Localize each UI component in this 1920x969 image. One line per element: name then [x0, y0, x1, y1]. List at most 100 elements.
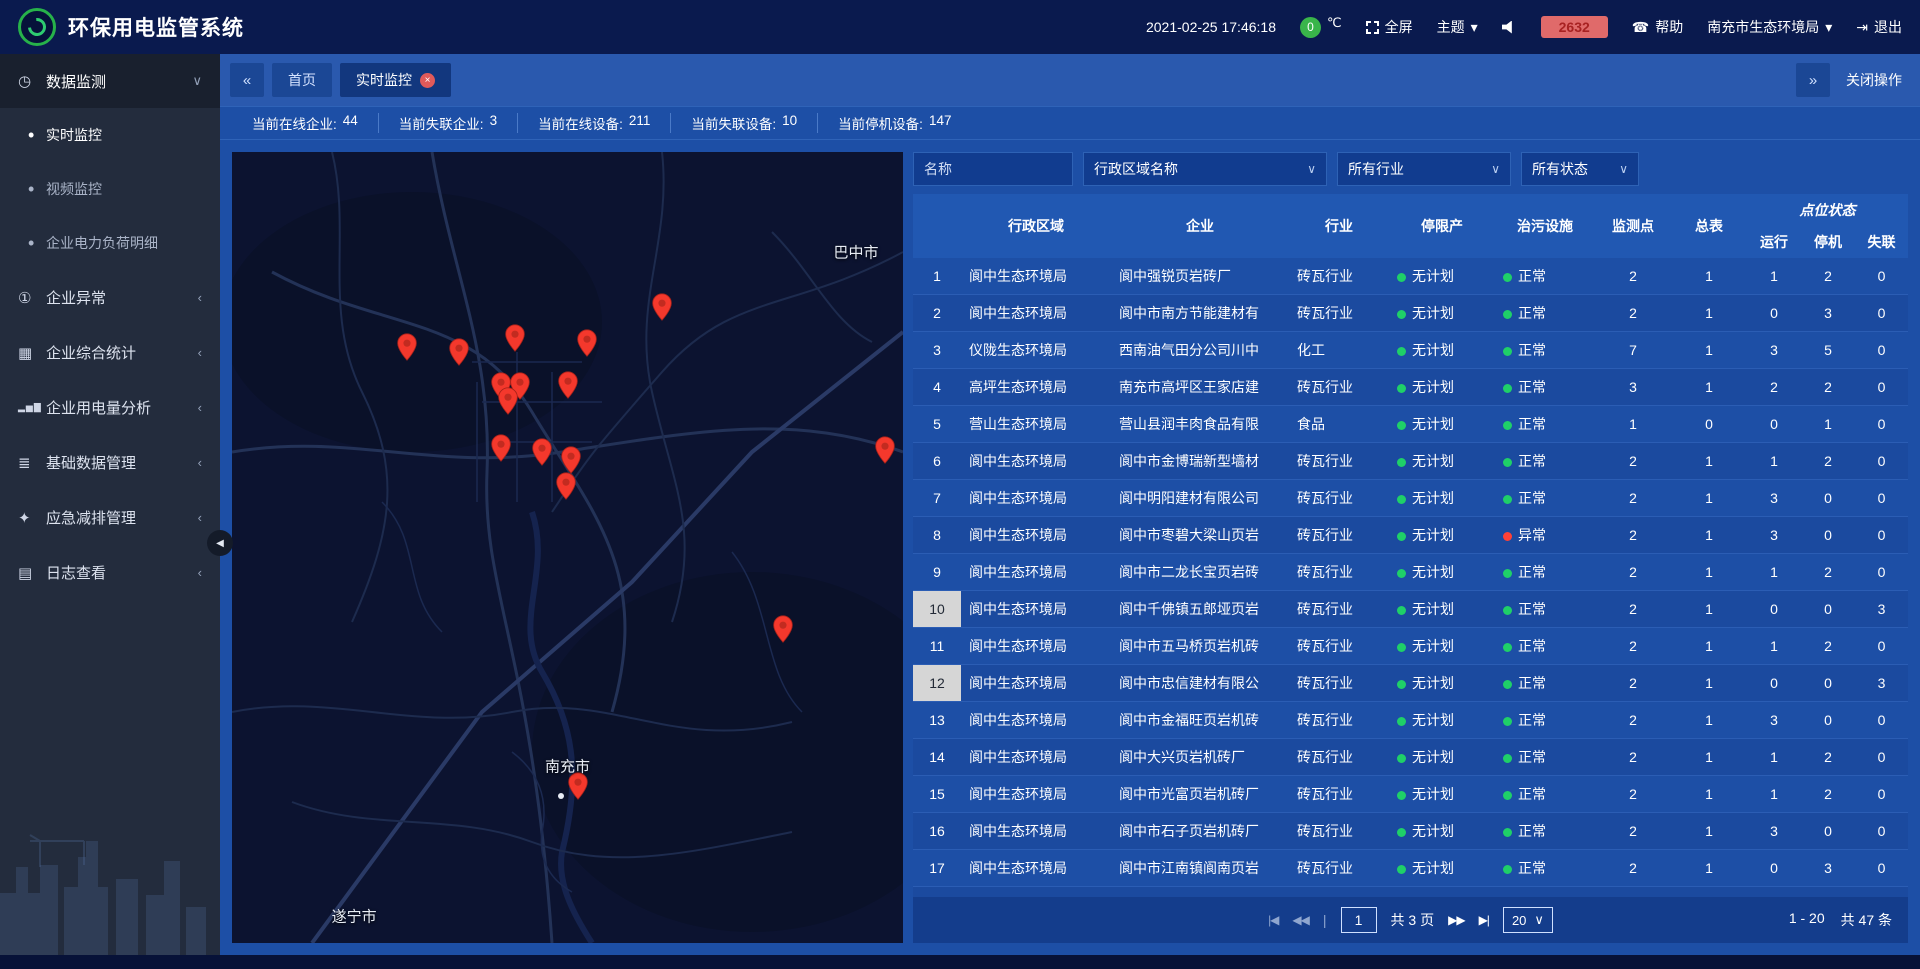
map-pin[interactable] [397, 333, 418, 361]
table-row[interactable]: 7阆中生态环境局阆中明阳建材有限公司砖瓦行业无计划正常21300 [913, 480, 1908, 517]
next-page-button[interactable]: ▶▶ [1448, 913, 1464, 927]
tab-realtime-monitor[interactable]: 实时监控 × [340, 63, 451, 97]
table-row[interactable]: 14阆中生态环境局阆中大兴页岩机砖厂砖瓦行业无计划正常21120 [913, 739, 1908, 776]
table-row[interactable]: 12阆中生态环境局阆中市忠信建材有限公砖瓦行业无计划正常21003 [913, 665, 1908, 702]
map-pin[interactable] [772, 615, 793, 643]
page-size-select[interactable]: 20 ∨ [1503, 907, 1553, 933]
page-number-input[interactable] [1341, 907, 1377, 933]
row-index[interactable]: 2 [913, 295, 961, 331]
help-button[interactable]: ☎ 帮助 [1632, 17, 1683, 37]
stats-bar: 当前在线企业: 44 当前失联企业: 3 当前在线设备: 211 当前失联设备:… [220, 106, 1920, 140]
sidebar-item-power-analysis[interactable]: ▂▅▇ 企业用电量分析 ‹ [0, 380, 220, 435]
first-page-button[interactable]: |◀ [1268, 913, 1278, 927]
row-index[interactable]: 15 [913, 776, 961, 812]
cell-total: 1 [1671, 749, 1747, 765]
cell-points: 2 [1595, 564, 1671, 580]
header-points: 监测点 [1595, 194, 1671, 258]
table-row[interactable]: 16阆中生态环境局阆中市石子页岩机砖厂砖瓦行业无计划正常21300 [913, 813, 1908, 850]
logout-label: 退出 [1874, 17, 1902, 37]
table-row[interactable]: 5营山生态环境局营山县润丰肉食品有限食品无计划正常10010 [913, 406, 1908, 443]
chevron-left-icon: ‹ [198, 565, 202, 580]
tabs-scroll-left-button[interactable]: « [230, 63, 264, 97]
map-pin[interactable] [874, 436, 895, 464]
logout-button[interactable]: ⇥ 退出 [1856, 17, 1902, 37]
table-row[interactable]: 15阆中生态环境局阆中市光富页岩机砖厂砖瓦行业无计划正常21120 [913, 776, 1908, 813]
sidebar-collapse-button[interactable]: ◀ [207, 530, 233, 556]
sidebar-item-company-abnormal[interactable]: ① 企业异常 ‹ [0, 270, 220, 325]
table-row[interactable]: 1阆中生态环境局阆中强锐页岩砖厂砖瓦行业无计划正常21120 [913, 258, 1908, 295]
row-index[interactable]: 5 [913, 406, 961, 442]
row-index[interactable]: 8 [913, 517, 961, 553]
table-row[interactable]: 10阆中生态环境局阆中千佛镇五郎垭页岩砖瓦行业无计划正常21003 [913, 591, 1908, 628]
region-filter-select[interactable]: 行政区域名称 ∨ [1083, 152, 1327, 186]
map-pin[interactable] [557, 371, 578, 399]
map-pin[interactable] [560, 446, 581, 474]
row-index[interactable]: 9 [913, 554, 961, 590]
cell-run: 2 [1747, 379, 1801, 395]
map-pin[interactable] [556, 472, 577, 500]
row-index[interactable]: 1 [913, 258, 961, 294]
table-row[interactable]: 3仪陇生态环境局西南油气田分公司川中化工无计划正常71350 [913, 332, 1908, 369]
table-row[interactable]: 18南部生态环境局南部县建材有限公司砖瓦行业无计划正常21000 [913, 887, 1908, 897]
table-row[interactable]: 13阆中生态环境局阆中市金福旺页岩机砖砖瓦行业无计划正常21300 [913, 702, 1908, 739]
tab-home[interactable]: 首页 [272, 63, 332, 97]
close-icon[interactable]: × [420, 73, 435, 88]
row-index[interactable]: 3 [913, 332, 961, 368]
sidebar-item-logs[interactable]: ▤ 日志查看 ‹ [0, 545, 220, 600]
table-row[interactable]: 17阆中生态环境局阆中市江南镇阆南页岩砖瓦行业无计划正常21030 [913, 850, 1908, 887]
row-index[interactable]: 14 [913, 739, 961, 775]
name-filter-input[interactable] [913, 152, 1073, 186]
prev-page-button[interactable]: ◀◀ [1292, 913, 1308, 927]
table-row[interactable]: 11阆中生态环境局阆中市五马桥页岩机砖砖瓦行业无计划正常21120 [913, 628, 1908, 665]
map-pin[interactable] [491, 434, 512, 462]
map-pin[interactable] [568, 772, 589, 800]
map-pin[interactable] [505, 324, 526, 352]
tabs-scroll-right-button[interactable]: » [1796, 63, 1830, 97]
alert-count-badge[interactable]: 2632 [1541, 16, 1608, 38]
theme-dropdown[interactable]: 主题 ▾ [1437, 17, 1478, 37]
sidebar-subitem-realtime-monitor[interactable]: • 实时监控 [0, 108, 220, 162]
industry-filter-select[interactable]: 所有行业 ∨ [1337, 152, 1511, 186]
map-pin[interactable] [576, 329, 597, 357]
status-filter-select[interactable]: 所有状态 ∨ [1521, 152, 1639, 186]
speaker-icon[interactable] [1502, 21, 1517, 34]
map-pin[interactable] [498, 387, 519, 415]
sidebar-subitem-video-monitor[interactable]: • 视频监控 [0, 162, 220, 216]
row-index[interactable]: 7 [913, 480, 961, 516]
sidebar-item-base-data[interactable]: ≣ 基础数据管理 ‹ [0, 435, 220, 490]
cell-facility: 正常 [1495, 673, 1595, 693]
status-dot-green [1503, 421, 1512, 430]
table-row[interactable]: 9阆中生态环境局阆中市二龙长宝页岩砖砖瓦行业无计划正常21120 [913, 554, 1908, 591]
row-index[interactable]: 18 [913, 887, 961, 897]
map-pin[interactable] [652, 293, 673, 321]
row-index[interactable]: 13 [913, 702, 961, 738]
main-layout: ◷ 数据监测 ∨ • 实时监控 • 视频监控 • 企业电力负荷明细 ① 企业异常… [0, 54, 1920, 955]
sidebar-subitem-power-load-detail[interactable]: • 企业电力负荷明细 [0, 216, 220, 270]
row-index[interactable]: 12 [913, 665, 961, 701]
table-row[interactable]: 2阆中生态环境局阆中市南方节能建材有砖瓦行业无计划正常21030 [913, 295, 1908, 332]
row-index[interactable]: 6 [913, 443, 961, 479]
fullscreen-button[interactable]: 全屏 [1366, 17, 1413, 37]
row-index[interactable]: 16 [913, 813, 961, 849]
row-index[interactable]: 4 [913, 369, 961, 405]
map-pin[interactable] [448, 338, 469, 366]
sidebar-item-company-statistics[interactable]: ▦ 企业综合统计 ‹ [0, 325, 220, 380]
map[interactable]: 巴中市南充市遂宁市 [232, 152, 903, 943]
sidebar-item-emergency[interactable]: ✦ 应急减排管理 ‹ [0, 490, 220, 545]
last-page-button[interactable]: ▶| [1479, 913, 1489, 927]
table-row[interactable]: 8阆中生态环境局阆中市枣碧大梁山页岩砖瓦行业无计划异常21300 [913, 517, 1908, 554]
row-index[interactable]: 10 [913, 591, 961, 627]
sidebar-item-data-monitor[interactable]: ◷ 数据监测 ∨ [0, 54, 220, 108]
stat-value: 211 [629, 113, 651, 133]
cell-limit: 无计划 [1389, 784, 1495, 804]
close-operations-button[interactable]: 关闭操作 [1846, 70, 1902, 90]
org-dropdown[interactable]: 南充市生态环境局 ▾ [1707, 17, 1832, 37]
cell-company: 阆中大兴页岩机砖厂 [1111, 747, 1289, 767]
row-index[interactable]: 17 [913, 850, 961, 886]
app-title: 环保用电监管系统 [68, 12, 244, 42]
map-pin[interactable] [532, 438, 553, 466]
cell-total: 1 [1671, 342, 1747, 358]
table-row[interactable]: 6阆中生态环境局阆中市金博瑞新型墙材砖瓦行业无计划正常21120 [913, 443, 1908, 480]
table-row[interactable]: 4高坪生态环境局南充市高坪区王家店建砖瓦行业无计划正常31220 [913, 369, 1908, 406]
row-index[interactable]: 11 [913, 628, 961, 664]
